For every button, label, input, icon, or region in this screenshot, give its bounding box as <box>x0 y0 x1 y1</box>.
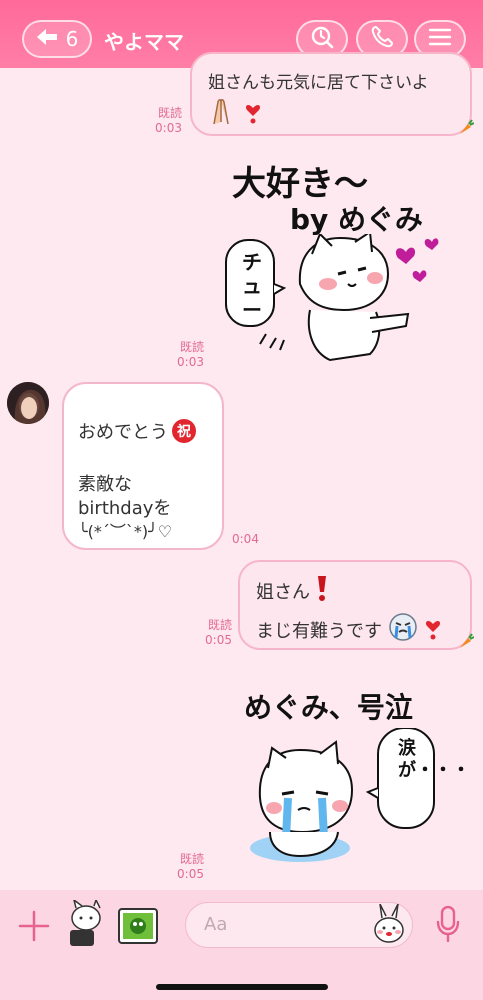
celebration-stamp-icon: 祝 <box>172 419 196 443</box>
carrot-icon <box>458 118 475 140</box>
back-arrow-icon <box>36 27 58 51</box>
message-meta: 既読 0:05 <box>198 618 232 648</box>
sticker-bubble-text: チュー <box>242 250 262 322</box>
avatar[interactable] <box>7 382 49 424</box>
timestamp: 0:05 <box>177 867 204 881</box>
home-indicator <box>156 984 328 990</box>
hamburger-menu-icon <box>428 27 452 51</box>
outgoing-message-bubble[interactable]: 姐さん まじ有難うです <box>238 560 472 650</box>
message-text: まじ有難うです <box>256 620 382 642</box>
plus-icon[interactable] <box>18 910 50 946</box>
sticker-caption: めぐみ、号泣 <box>244 691 413 724</box>
read-receipt: 既読 <box>179 340 204 354</box>
sticker-cat-crying[interactable]: めぐみ、号泣 涙が・・・ <box>240 680 470 870</box>
message-text: 素敵な <box>78 474 132 495</box>
search-icon <box>310 25 334 53</box>
timestamp: 0:05 <box>205 633 232 647</box>
crying-face-icon <box>388 612 418 647</box>
phone-icon <box>370 25 394 53</box>
read-receipt: 既読 <box>207 618 232 632</box>
message-meta: 既読 0:03 <box>150 106 182 136</box>
emoji-bunny-icon[interactable] <box>372 903 406 948</box>
timestamp: 0:03 <box>155 121 182 135</box>
exclamation-heart-icon <box>424 614 442 645</box>
timestamp: 0:03 <box>177 355 204 369</box>
image-icon[interactable] <box>118 908 158 948</box>
back-button[interactable]: 6 <box>22 20 92 58</box>
sticker-cat-love[interactable]: 大好き〜 by めぐみ チュー <box>220 148 470 363</box>
read-receipt: 既読 <box>179 852 204 866</box>
outgoing-message-bubble[interactable]: 姐さんも元気に居て下さいよ <box>190 52 472 136</box>
sticker-icon[interactable] <box>66 898 108 952</box>
timestamp: 0:04 <box>232 532 259 546</box>
praying-hands-icon <box>206 96 236 131</box>
message-text: 姐さん <box>256 581 310 603</box>
message-text: おめでとう <box>78 422 168 443</box>
message-text: 姐さんも元気に居て下さいよ <box>208 73 429 93</box>
message-text: birthdayを <box>78 498 172 519</box>
message-meta: 既読 0:05 <box>172 852 204 882</box>
chat-title: やよママ <box>104 30 184 54</box>
message-meta: 既読 0:03 <box>172 340 204 370</box>
exclamation-heart-icon <box>244 98 262 129</box>
microphone-icon[interactable] <box>436 905 460 946</box>
incoming-message-bubble[interactable]: おめでとう 祝 素敵な birthdayを ╰(*´︶`*)╯♡ <box>62 382 224 550</box>
read-receipt: 既読 <box>157 106 182 120</box>
emoticon-text: ╰(*´︶`*)╯♡ <box>78 522 173 541</box>
sticker-bubble-text: 涙が・・・ <box>398 738 470 781</box>
sticker-caption-by: by めぐみ <box>290 203 423 236</box>
exclamation-icon <box>316 574 328 607</box>
carrot-icon <box>458 632 475 654</box>
unread-count: 6 <box>65 27 79 51</box>
message-input-placeholder: Aa <box>204 914 228 935</box>
sticker-cat-drawing <box>250 728 435 862</box>
